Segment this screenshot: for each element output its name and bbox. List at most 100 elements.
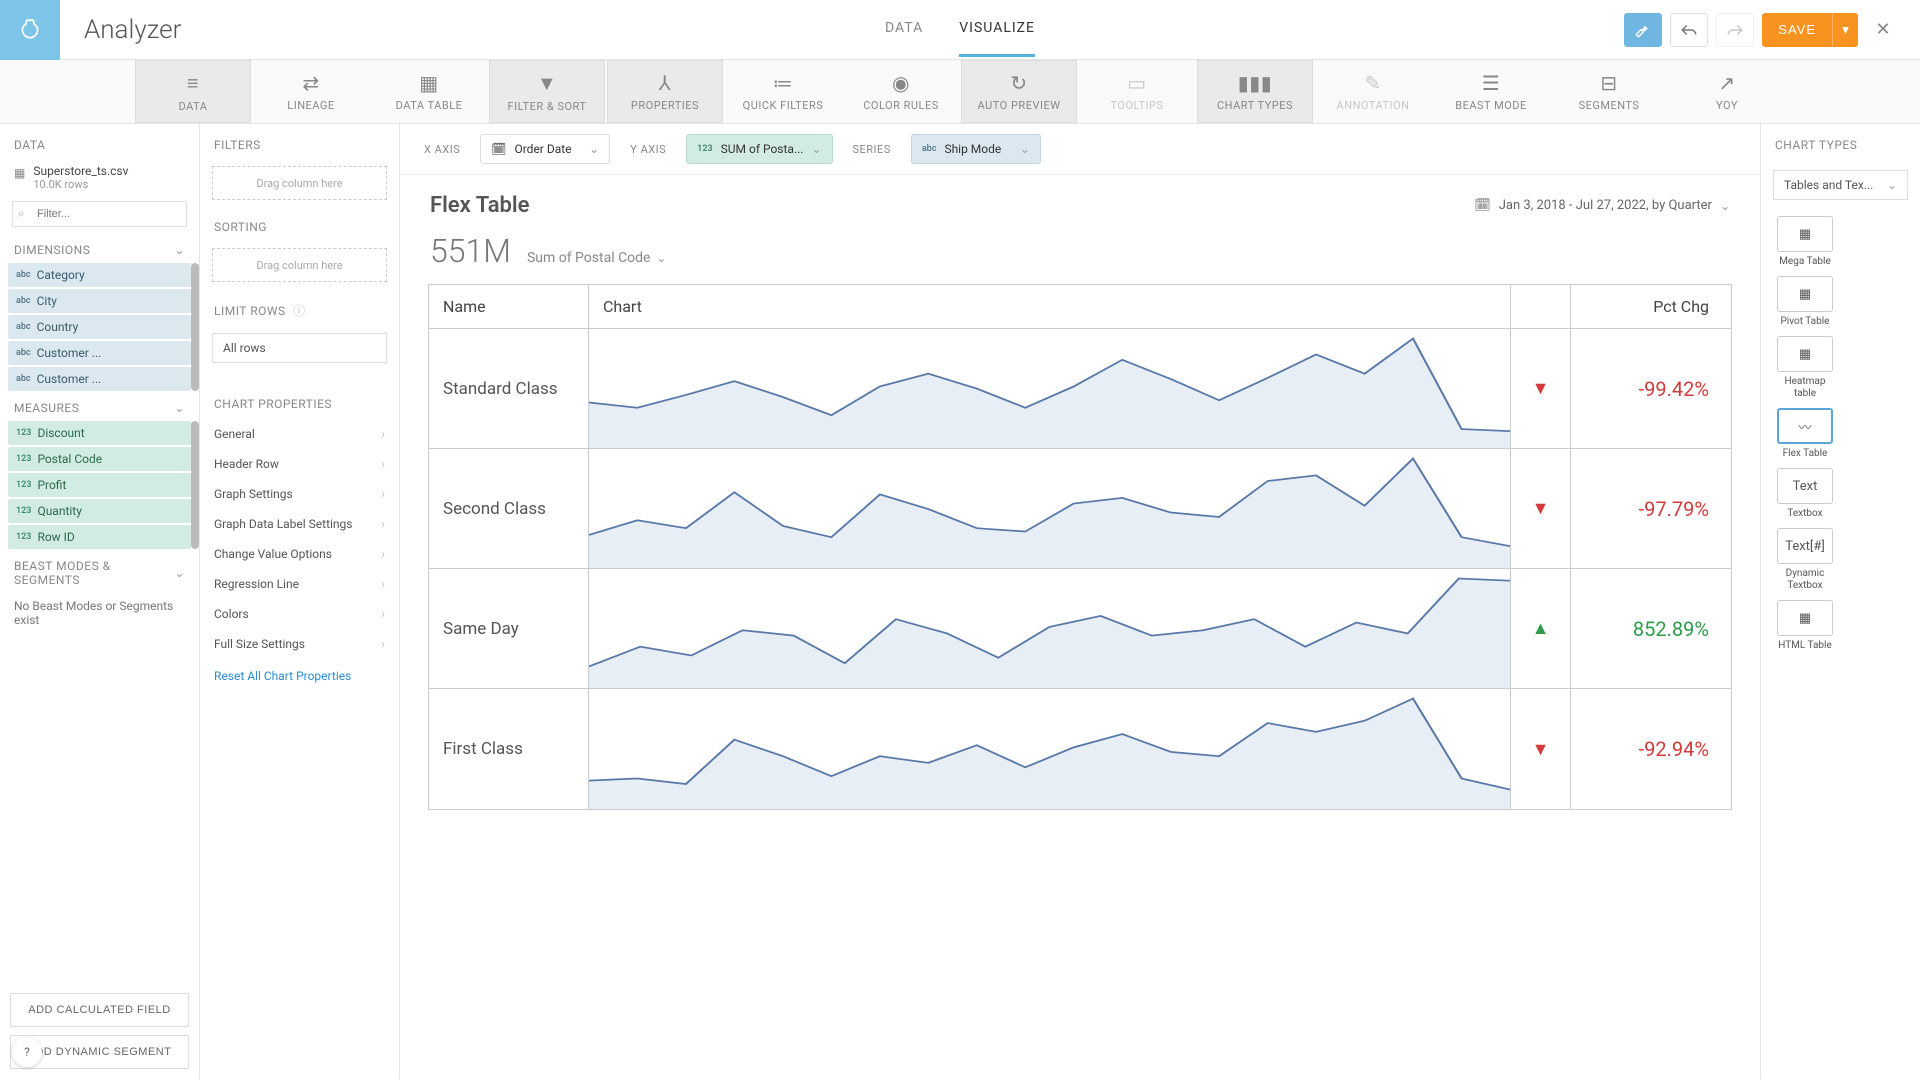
datatable-icon: ▦ <box>419 71 438 95</box>
save-caret-button[interactable]: ▾ <box>1832 13 1858 47</box>
toolbar-charttypes[interactable]: ▮▮▮CHART TYPES <box>1197 60 1313 123</box>
dimension-pill[interactable]: abcCountry <box>8 315 191 339</box>
measure-pill[interactable]: 123Quantity <box>8 499 191 523</box>
chart-props-title: CHART PROPERTIES <box>200 383 399 419</box>
chart-prop-item[interactable]: Colors› <box>200 599 399 629</box>
chart-types-title: CHART TYPES <box>1761 124 1920 160</box>
toolbar-colorrules[interactable]: ◉COLOR RULES <box>843 60 959 123</box>
toolbar-label: COLOR RULES <box>863 99 939 112</box>
tab-data[interactable]: DATA <box>885 2 923 57</box>
chevron-down-icon: ⌄ <box>1720 199 1730 213</box>
dimension-pill[interactable]: abcCustomer ... <box>8 341 191 365</box>
yoy-icon: ↗ <box>1718 71 1735 95</box>
chart-prop-item[interactable]: Change Value Options› <box>200 539 399 569</box>
number-type-icon: 123 <box>16 454 31 464</box>
save-button[interactable]: SAVE <box>1762 13 1832 47</box>
help-button[interactable]: ? <box>12 1037 42 1067</box>
main-area: DATA ▦ Superstore_ts.csv 10.0K rows ⌕ DI… <box>0 124 1920 1079</box>
toolbar-quickfilters[interactable]: ≔QUICK FILTERS <box>725 60 841 123</box>
limit-rows-select[interactable]: All rows <box>212 333 387 363</box>
toolbar-properties[interactable]: ⅄PROPERTIES <box>607 60 723 123</box>
chart-type-thumb: 〰 <box>1777 408 1833 444</box>
series-chip[interactable]: abcShip Mode ⌄ <box>911 134 1041 164</box>
close-icon: ✕ <box>1875 19 1890 40</box>
chart-type-mega-table[interactable]: ▦Mega Table <box>1773 216 1837 268</box>
y-axis-chip[interactable]: 123SUM of Posta... ⌄ <box>686 134 832 164</box>
toolbar-filtersort[interactable]: ▼FILTER & SORT <box>489 60 605 123</box>
metric-label-dropdown[interactable]: Sum of Postal Code ⌄ <box>527 250 667 266</box>
add-calculated-field-button[interactable]: ADD CALCULATED FIELD <box>10 993 189 1027</box>
chart-type-pivot-table[interactable]: ▦Pivot Table <box>1773 276 1837 328</box>
x-axis-chip[interactable]: 🗓Order Date ⌄ <box>480 134 610 164</box>
sorting-dropzone[interactable]: Drag column here <box>212 248 387 282</box>
measure-pill[interactable]: 123Postal Code <box>8 447 191 471</box>
toolbar-label: SEGMENTS <box>1579 99 1640 112</box>
dimensions-label: DIMENSIONS <box>14 243 90 257</box>
measure-pill[interactable]: 123Discount <box>8 421 191 445</box>
data-filter-input[interactable] <box>12 201 187 227</box>
toolbar-lineage[interactable]: ⇄LINEAGE <box>253 60 369 123</box>
chart-type-dynamic-textbox[interactable]: Text[#]Dynamic Textbox <box>1773 528 1837 592</box>
toolbar-yoy[interactable]: ↗YOY <box>1669 60 1785 123</box>
undo-button[interactable] <box>1670 13 1708 47</box>
dataset-rows: 10.0K rows <box>33 178 128 191</box>
toolbar-beastmode[interactable]: ☰BEAST MODE <box>1433 60 1549 123</box>
row-pct-chg: -99.42% <box>1571 329 1731 448</box>
chart-props-list: General›Header Row›Graph Settings›Graph … <box>200 419 399 659</box>
chart-type-heatmap-table[interactable]: ▦Heatmap table <box>1773 336 1837 400</box>
row-name: Second Class <box>429 449 589 568</box>
data-icon: ≡ <box>187 71 199 96</box>
dimension-pill[interactable]: abcCustomer ... <box>8 367 191 391</box>
chevron-right-icon: › <box>381 637 385 651</box>
dimension-pill[interactable]: abcCity <box>8 289 191 313</box>
toolbar-autopreview[interactable]: ↻AUTO PREVIEW <box>961 60 1077 123</box>
toolbar-segments[interactable]: ⊟SEGMENTS <box>1551 60 1667 123</box>
save-group: SAVE ▾ <box>1762 13 1858 47</box>
row-sparkline <box>589 569 1511 688</box>
chart-type-flex-table[interactable]: 〰Flex Table <box>1773 408 1837 460</box>
dimensions-header[interactable]: DIMENSIONS ⌄ <box>0 233 199 263</box>
lineage-icon: ⇄ <box>302 71 319 95</box>
col-header-pctchg: Pct Chg <box>1571 285 1731 328</box>
toolbar-data[interactable]: ≡DATA <box>135 60 251 123</box>
chart-type-html-table[interactable]: ▦HTML Table <box>1773 600 1837 652</box>
measures-header[interactable]: MEASURES ⌄ <box>0 391 199 421</box>
tools-button[interactable] <box>1624 13 1662 47</box>
dataset-name: Superstore_ts.csv <box>33 164 128 178</box>
dimension-pill[interactable]: abcCategory <box>8 263 191 287</box>
chart-prop-item[interactable]: Graph Settings› <box>200 479 399 509</box>
close-button[interactable]: ✕ <box>1866 13 1900 47</box>
chart-type-thumb: Text <box>1777 468 1833 504</box>
dataset-row[interactable]: ▦ Superstore_ts.csv 10.0K rows <box>0 160 199 195</box>
row-name: Standard Class <box>429 329 589 448</box>
chevron-down-icon: ⌄ <box>589 142 599 156</box>
pill-label: Profit <box>37 478 66 492</box>
beast-header[interactable]: BEAST MODES & SEGMENTS ⌄ <box>0 549 199 593</box>
chart-prop-item[interactable]: Graph Data Label Settings› <box>200 509 399 539</box>
chart-prop-item[interactable]: General› <box>200 419 399 449</box>
chart-types-group-select[interactable]: Tables and Tex... ⌄ <box>1773 170 1908 200</box>
text-type-icon: abc <box>16 322 31 332</box>
measures-label: MEASURES <box>14 401 79 415</box>
row-sparkline <box>589 689 1511 809</box>
date-range-picker[interactable]: 🗓 Jan 3, 2018 - Jul 27, 2022, by Quarter… <box>1474 198 1730 213</box>
tab-visualize[interactable]: VISUALIZE <box>959 2 1035 57</box>
row-sparkline <box>589 329 1511 448</box>
toolbar-datatable[interactable]: ▦DATA TABLE <box>371 60 487 123</box>
chevron-right-icon: › <box>381 457 385 471</box>
chevron-down-icon: ⌄ <box>174 566 185 580</box>
chart-prop-item[interactable]: Full Size Settings› <box>200 629 399 659</box>
app-header: Analyzer DATA VISUALIZE SAVE ▾ ✕ <box>0 0 1920 60</box>
chart-type-textbox[interactable]: TextTextbox <box>1773 468 1837 520</box>
chart-prop-item[interactable]: Header Row› <box>200 449 399 479</box>
chart-prop-item[interactable]: Regression Line› <box>200 569 399 599</box>
chevron-down-icon: ⌄ <box>174 401 185 415</box>
reset-chart-props-link[interactable]: Reset All Chart Properties <box>200 659 399 693</box>
dimensions-list: abcCategoryabcCityabcCountryabcCustomer … <box>0 263 199 391</box>
toolbar-label: FILTER & SORT <box>508 100 587 113</box>
app-title: Analyzer <box>84 15 181 45</box>
filters-dropzone[interactable]: Drag column here <box>212 166 387 200</box>
properties-icon: ⅄ <box>659 71 672 95</box>
measure-pill[interactable]: 123Profit <box>8 473 191 497</box>
measure-pill[interactable]: 123Row ID <box>8 525 191 549</box>
